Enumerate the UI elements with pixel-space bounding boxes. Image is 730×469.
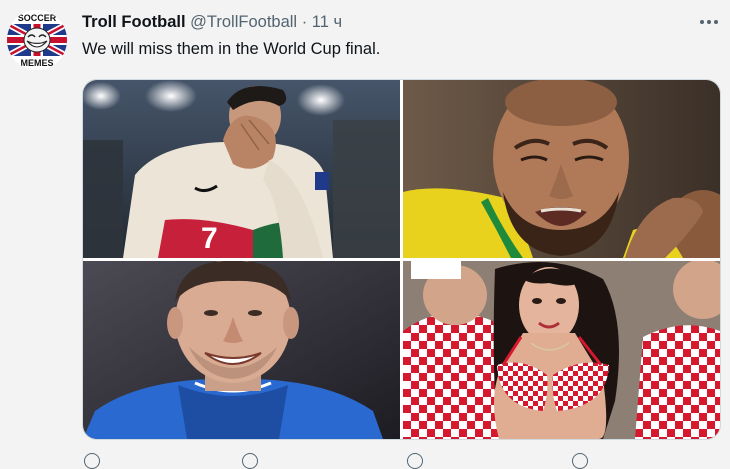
tweet[interactable]: SOCCER MEMES Troll Football @TrollFootba… (0, 0, 730, 469)
author-name[interactable]: Troll Football (82, 13, 186, 31)
media-photo-3[interactable] (83, 261, 400, 439)
media-photo-2[interactable] (403, 80, 720, 258)
media-photo-1[interactable]: 7 (83, 80, 400, 258)
tweet-time[interactable]: 11 ч (312, 13, 342, 31)
share-icon[interactable] (572, 453, 588, 469)
media-grid: 7 (82, 79, 721, 440)
media-photo-4[interactable] (403, 261, 720, 439)
separator: · (301, 13, 308, 31)
retweet-icon[interactable] (242, 453, 258, 469)
more-icon[interactable] (694, 11, 724, 33)
author-handle[interactable]: @TrollFootball (190, 13, 297, 31)
tweet-header: Troll Football @TrollFootball · 11 ч (82, 13, 342, 32)
avatar[interactable]: SOCCER MEMES (7, 10, 67, 70)
avatar-text-top: SOCCER (18, 13, 57, 23)
troll-football-logo: SOCCER MEMES (7, 10, 67, 70)
like-icon[interactable] (407, 453, 423, 469)
avatar-text-bottom: MEMES (20, 58, 53, 68)
jersey-number: 7 (201, 222, 218, 255)
reply-icon[interactable] (84, 453, 100, 469)
tweet-text: We will miss them in the World Cup final… (82, 40, 381, 58)
tweet-actions (82, 450, 722, 469)
